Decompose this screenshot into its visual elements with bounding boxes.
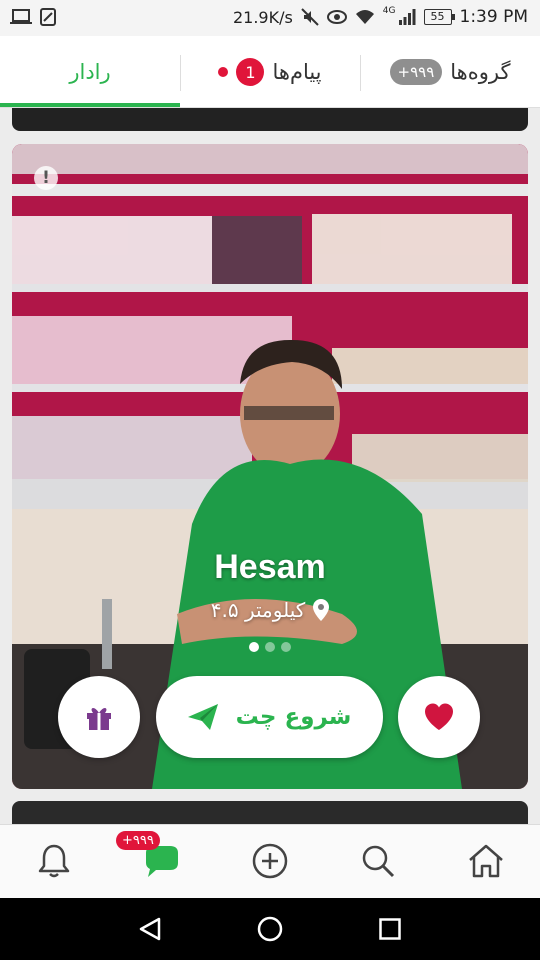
report-icon[interactable]: ! — [34, 166, 58, 190]
start-chat-label: شروع چت — [235, 704, 352, 730]
pager-dot[interactable] — [249, 642, 259, 652]
tab-groups[interactable]: +۹۹۹ گروه‌ها — [360, 36, 540, 108]
like-button[interactable] — [398, 676, 480, 758]
gift-icon — [87, 708, 111, 730]
unread-dot — [218, 67, 229, 77]
status-left — [10, 8, 56, 26]
start-chat-button[interactable]: شروع چت — [156, 676, 383, 758]
add-nav[interactable] — [250, 841, 290, 881]
bell-icon — [38, 844, 70, 878]
back-button[interactable] — [135, 914, 165, 944]
back-triangle-icon — [139, 917, 161, 941]
profile-distance: ۴.۵ کیلومتر — [12, 598, 528, 622]
home-nav[interactable] — [466, 841, 506, 881]
signal-icon — [398, 9, 415, 25]
tab-divider — [180, 55, 181, 91]
eye-icon — [326, 10, 347, 24]
notifications-nav[interactable] — [34, 841, 74, 881]
home-icon — [469, 844, 503, 878]
send-icon — [187, 704, 218, 730]
clock: 1:39 PM — [459, 7, 529, 27]
search-nav[interactable] — [358, 841, 398, 881]
tab-radar[interactable]: رادار — [0, 36, 180, 108]
home-button[interactable] — [255, 914, 285, 944]
tab-divider — [360, 55, 361, 91]
system-nav-bar — [0, 898, 540, 960]
recents-square-icon — [379, 918, 401, 940]
network-speed: 21.9K/s — [232, 7, 293, 27]
screen: 21.9K/s 4G 55 1:39 PM رادار 1 پیام‌ها +۹… — [0, 0, 540, 960]
tab-messages-label: پیام‌ها — [272, 60, 322, 84]
groups-badge: +۹۹۹ — [389, 59, 443, 85]
add-icon — [252, 843, 288, 879]
tab-messages[interactable]: 1 پیام‌ها — [180, 36, 360, 108]
top-tabs: رادار 1 پیام‌ها +۹۹۹ گروه‌ها — [0, 36, 540, 108]
bottom-nav: +۹۹۹ — [0, 824, 540, 898]
chats-badge: +۹۹۹ — [116, 831, 160, 850]
pager-dot[interactable] — [265, 642, 275, 652]
location-pin-icon — [313, 599, 330, 621]
previous-profile-card[interactable] — [12, 108, 528, 131]
distance-text: ۴.۵ کیلومتر — [210, 598, 306, 622]
profile-name: Hesam — [214, 548, 326, 586]
laptop-icon — [10, 9, 32, 24]
active-tab-indicator — [0, 103, 180, 107]
mute-icon — [301, 8, 319, 26]
photo-pager — [12, 642, 528, 652]
tab-radar-label: رادار — [69, 60, 111, 84]
profile-card[interactable]: ! Hesam ۴.۵ کیلومتر شروع چت — [12, 144, 528, 789]
status-right: 21.9K/s 4G 55 1:39 PM — [232, 6, 529, 27]
gift-button[interactable] — [58, 676, 140, 758]
search-icon — [362, 845, 395, 878]
wifi-icon — [355, 10, 374, 24]
pager-dot[interactable] — [281, 642, 291, 652]
sim-icon — [40, 8, 56, 26]
tab-groups-label: گروه‌ها — [450, 60, 511, 84]
network-type: 4G — [382, 6, 396, 16]
recents-button[interactable] — [375, 914, 405, 944]
messages-badge: 1 — [236, 58, 265, 86]
status-bar: 21.9K/s 4G 55 1:39 PM — [0, 0, 540, 36]
home-circle-icon — [257, 916, 283, 942]
battery-indicator: 55 — [423, 9, 455, 25]
heart-icon — [425, 703, 453, 730]
